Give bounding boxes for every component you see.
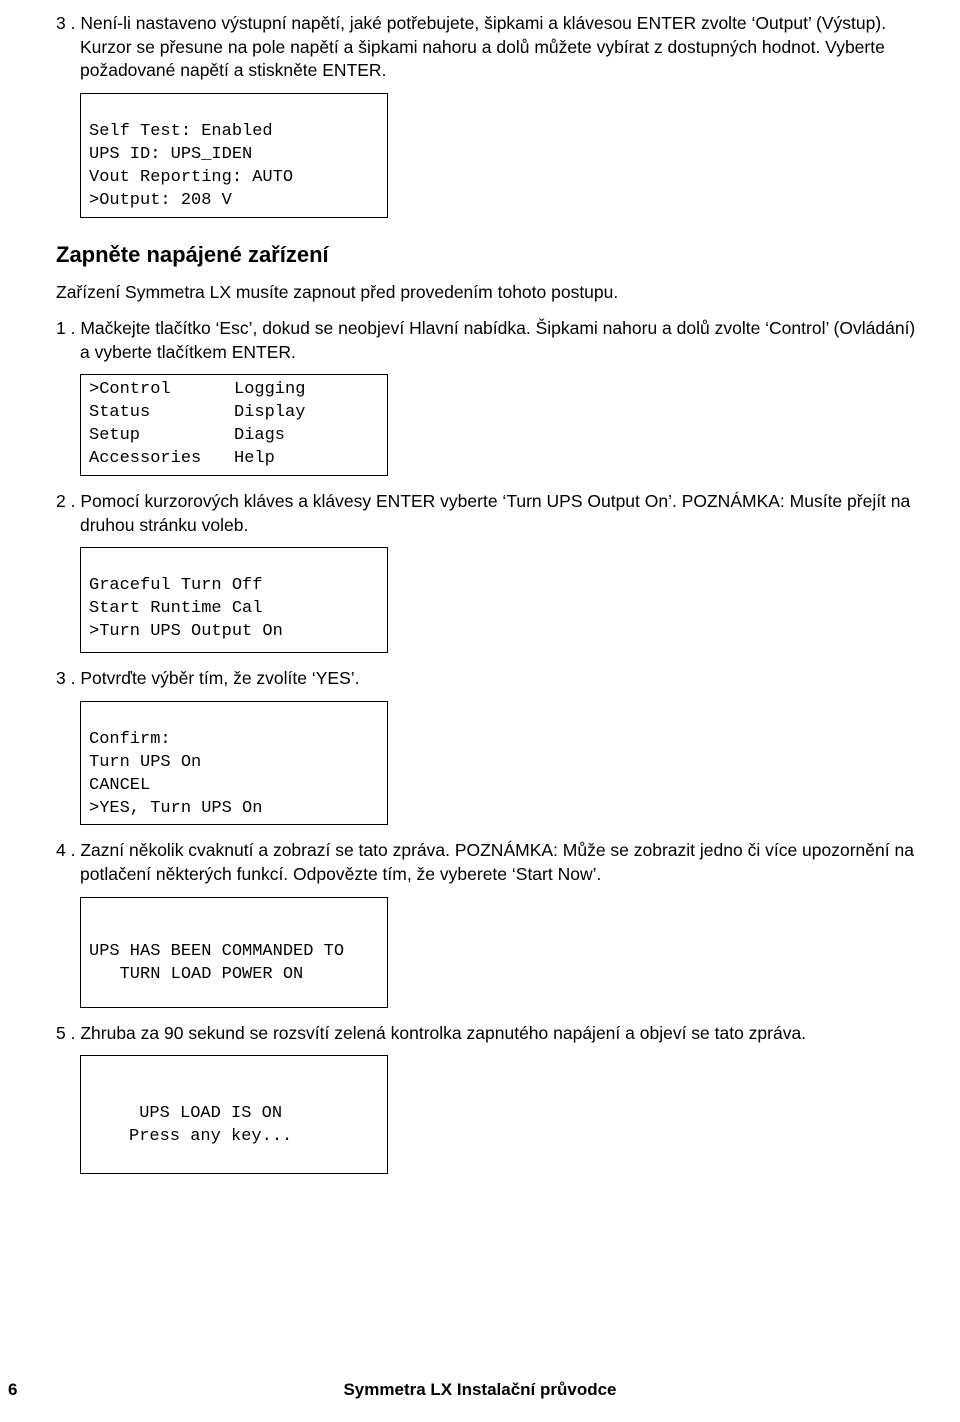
display-line: UPS ID: UPS_IDEN xyxy=(89,145,252,164)
list-number: 5 . xyxy=(56,1023,75,1043)
step-3: 3 . Potvrďte výběr tím, že zvolíte ‘YES’… xyxy=(56,667,928,691)
list-text: Zazní několik cvaknutí a zobrazí se tato… xyxy=(80,840,914,884)
footer-title: Symmetra LX Instalační průvodce xyxy=(0,1379,960,1402)
step-4: 4 . Zazní několik cvaknutí a zobrazí se … xyxy=(56,839,928,886)
list-text: Není-li nastaveno výstupní napětí, jaké … xyxy=(80,13,886,80)
display-line: Graceful Turn Off xyxy=(89,576,262,595)
step-3-prev-section: 3 . Není-li nastaveno výstupní napětí, j… xyxy=(56,12,928,83)
list-number: 3 . xyxy=(56,13,75,33)
display-line: >YES, Turn UPS On xyxy=(89,799,262,818)
display-line: Vout Reporting: AUTO xyxy=(89,168,293,187)
display-line: >Turn UPS Output On xyxy=(89,622,283,641)
display-line: >Output: 208 V xyxy=(89,191,232,210)
step-2: 2 . Pomocí kurzorových kláves a klávesy … xyxy=(56,490,928,537)
display-line: Diags xyxy=(234,426,285,445)
display-line: Accessories xyxy=(89,449,201,468)
list-text: Mačkejte tlačítko ‘Esc’, dokud se neobje… xyxy=(80,318,915,362)
list-text: Zhruba za 90 sekund se rozsvítí zelená k… xyxy=(80,1023,806,1043)
list-number: 2 . xyxy=(56,491,75,511)
display-line: Logging xyxy=(234,380,305,399)
display-line: Display xyxy=(234,403,305,422)
display-line: Turn UPS On xyxy=(89,753,201,772)
step-5: 5 . Zhruba za 90 sekund se rozsvítí zele… xyxy=(56,1022,928,1046)
lcd-display-commanded: UPS HAS BEEN COMMANDED TO TURN LOAD POWE… xyxy=(80,897,388,1008)
display-line: UPS LOAD IS ON xyxy=(129,1104,282,1123)
list-number: 3 . xyxy=(56,668,75,688)
display-line: Help xyxy=(234,449,275,468)
display-line: Setup xyxy=(89,426,140,445)
list-text: Pomocí kurzorových kláves a klávesy ENTE… xyxy=(80,491,910,535)
section-heading: Zapněte napájené zařízení xyxy=(56,240,928,270)
display-line: Status xyxy=(89,403,150,422)
section-intro-paragraph: Zařízení Symmetra LX musíte zapnout před… xyxy=(56,281,928,305)
display-line: Self Test: Enabled xyxy=(89,122,273,141)
display-line: Start Runtime Cal xyxy=(89,599,262,618)
list-number: 1 . xyxy=(56,318,75,338)
lcd-display-confirm: Confirm: Turn UPS On CANCEL >YES, Turn U… xyxy=(80,701,388,826)
display-line: CANCEL xyxy=(89,776,150,795)
lcd-display-load-on: UPS LOAD IS ON Press any key... xyxy=(80,1055,388,1174)
step-1: 1 . Mačkejte tlačítko ‘Esc’, dokud se ne… xyxy=(56,317,928,364)
display-line: UPS HAS BEEN COMMANDED TO xyxy=(89,942,344,961)
list-number: 4 . xyxy=(56,840,75,860)
display-line: Press any key... xyxy=(129,1127,292,1146)
display-line: Confirm: xyxy=(89,730,171,749)
list-text: Potvrďte výběr tím, že zvolíte ‘YES’. xyxy=(80,668,359,688)
lcd-display-main-menu: >Control Status Setup Accessories Logging… xyxy=(80,374,388,476)
lcd-display-output-voltage: Self Test: Enabled UPS ID: UPS_IDEN Vout… xyxy=(80,93,388,218)
lcd-display-turn-on: Graceful Turn Off Start Runtime Cal >Tur… xyxy=(80,547,388,653)
display-line: >Control xyxy=(89,380,171,399)
display-line: TURN LOAD POWER ON xyxy=(89,965,303,984)
